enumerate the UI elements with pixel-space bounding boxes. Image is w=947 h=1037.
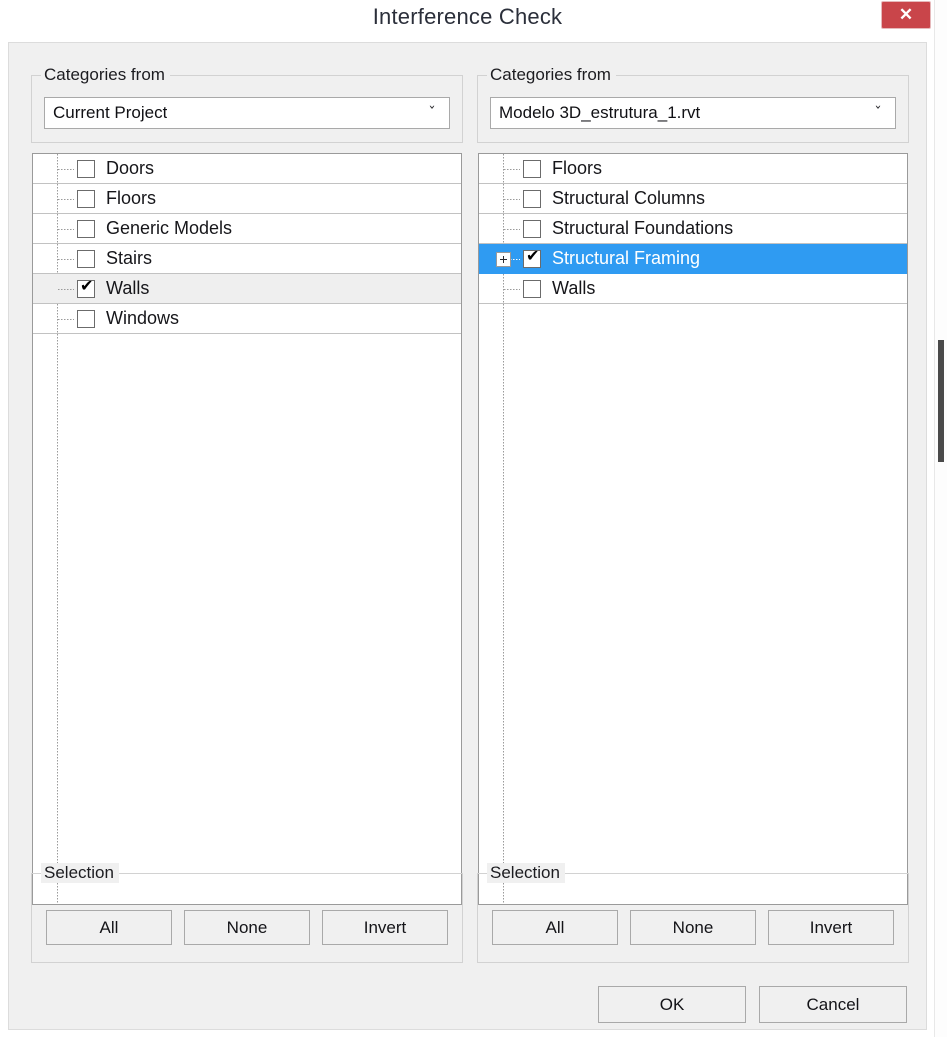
left-categories-legend: Categories from	[41, 65, 170, 85]
right-select-invert-button[interactable]: Invert	[768, 910, 894, 945]
row-checkbox[interactable]	[77, 220, 95, 238]
table-row[interactable]: ✔ Walls	[33, 274, 461, 304]
checkmark-icon: ✔	[80, 276, 94, 295]
row-label: Structural Foundations	[552, 218, 734, 238]
tree-branch-line	[504, 199, 520, 200]
table-row[interactable]: Generic Models	[33, 214, 461, 244]
right-select-all-button[interactable]: All	[492, 910, 618, 945]
table-row[interactable]: Floors	[33, 184, 461, 214]
left-categories-value: Current Project	[53, 103, 168, 122]
left-select-invert-button[interactable]: Invert	[322, 910, 448, 945]
expand-plus-icon[interactable]	[496, 252, 511, 267]
left-categories-group: Categories from Current Project ˇ	[31, 65, 463, 143]
chevron-down-icon: ˇ	[874, 104, 882, 122]
left-categories-select[interactable]: Current Project ˇ	[44, 97, 450, 129]
title-bar: Interference Check ✕	[0, 0, 935, 38]
row-checkbox[interactable]: ✔	[77, 276, 95, 298]
row-checkbox[interactable]	[523, 220, 541, 238]
right-category-list[interactable]: Floors Structural Columns Structural Found…	[478, 153, 908, 905]
row-label: Windows	[106, 308, 180, 328]
row-checkbox[interactable]	[523, 280, 541, 298]
left-selection-legend: Selection	[41, 863, 119, 883]
row-label: Generic Models	[106, 218, 233, 238]
table-row[interactable]: Stairs	[33, 244, 461, 274]
dialog-content: Categories from Current Project ˇ Catego…	[8, 42, 927, 1030]
tree-branch-line	[58, 169, 74, 170]
tree-branch-line	[58, 289, 74, 290]
row-checkbox[interactable]	[77, 310, 95, 328]
right-categories-legend: Categories from	[487, 65, 616, 85]
right-selection-group: Selection All None Invert	[477, 863, 909, 963]
tree-branch-line	[504, 229, 520, 230]
row-label: Structural Columns	[552, 188, 706, 208]
row-checkbox[interactable]: ✔	[523, 246, 541, 268]
row-label: Floors	[106, 188, 157, 208]
table-row[interactable]: Structural Columns	[479, 184, 907, 214]
interference-check-dialog: Interference Check ✕ Categories from Cur…	[0, 0, 935, 1037]
page-scrollbar[interactable]	[934, 0, 947, 1037]
table-row[interactable]: Floors	[479, 154, 907, 184]
tree-branch-line	[58, 319, 74, 320]
right-select-none-button[interactable]: None	[630, 910, 756, 945]
row-label: Doors	[106, 158, 155, 178]
ok-button[interactable]: OK	[598, 986, 746, 1023]
left-category-list[interactable]: Doors Floors Generic Models Stairs ✔ Walls Win…	[32, 153, 462, 905]
page-title: Interference Check	[372, 4, 563, 29]
chevron-down-icon: ˇ	[428, 104, 436, 122]
table-row[interactable]: Structural Foundations	[479, 214, 907, 244]
row-label: Stairs	[106, 248, 153, 268]
row-label: Walls	[552, 278, 596, 298]
row-label: Floors	[552, 158, 603, 178]
close-icon: ✕	[898, 5, 914, 24]
right-categories-group: Categories from Modelo 3D_estrutura_1.rv…	[477, 65, 909, 143]
row-checkbox[interactable]	[77, 190, 95, 208]
row-checkbox[interactable]	[523, 160, 541, 178]
tree-branch-line	[504, 289, 520, 290]
tree-branch-line	[58, 229, 74, 230]
left-select-all-button[interactable]: All	[46, 910, 172, 945]
right-categories-value: Modelo 3D_estrutura_1.rvt	[499, 103, 701, 122]
page-scrollbar-thumb[interactable]	[938, 340, 944, 462]
right-rows-container: Floors Structural Columns Structural Found…	[479, 154, 907, 304]
right-selection-legend: Selection	[487, 863, 565, 883]
table-row[interactable]: Windows	[33, 304, 461, 334]
checkmark-icon: ✔	[526, 246, 540, 265]
left-rows-container: Doors Floors Generic Models Stairs ✔ Walls Win…	[33, 154, 461, 334]
row-checkbox[interactable]	[77, 250, 95, 268]
cancel-button[interactable]: Cancel	[759, 986, 907, 1023]
table-row[interactable]: Walls	[479, 274, 907, 304]
left-selection-group: Selection All None Invert	[31, 863, 463, 963]
table-row[interactable]: ✔ Structural Framing	[479, 244, 907, 274]
row-label: Walls	[106, 278, 150, 298]
close-button[interactable]: ✕	[881, 1, 931, 29]
tree-branch-line	[504, 169, 520, 170]
row-checkbox[interactable]	[77, 160, 95, 178]
tree-branch-line	[58, 199, 74, 200]
table-row[interactable]: Doors	[33, 154, 461, 184]
row-checkbox[interactable]	[523, 190, 541, 208]
left-select-none-button[interactable]: None	[184, 910, 310, 945]
right-categories-select[interactable]: Modelo 3D_estrutura_1.rvt ˇ	[490, 97, 896, 129]
tree-branch-line	[58, 259, 74, 260]
row-label: Structural Framing	[552, 248, 701, 268]
